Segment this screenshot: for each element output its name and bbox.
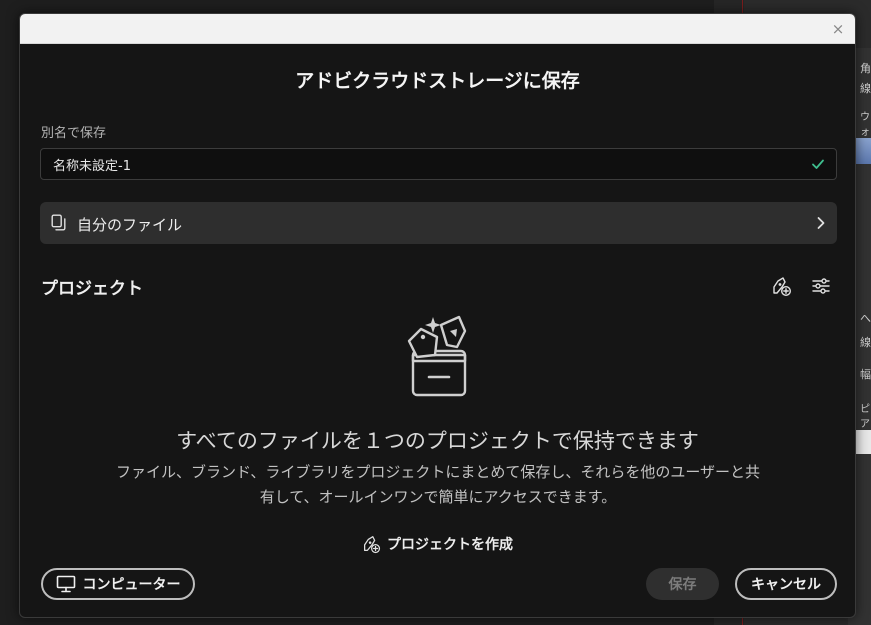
save-button[interactable]: 保存 [646,568,719,600]
save-to-computer-button[interactable]: コンピューター [41,568,195,600]
file-name-field [40,148,837,180]
background-label: 線 [860,336,871,349]
background-label: ウォ [860,112,870,138]
checkmark-icon [812,159,824,169]
background-label: 線 [860,82,871,95]
project-box-illustration-icon [407,315,467,397]
background-swatch [856,138,871,164]
save-to-computer-label: コンピューター [82,577,181,593]
background-field [856,430,871,454]
cancel-button[interactable]: キャンセル [735,568,837,600]
my-files-location-button[interactable]: 自分のファイル [40,202,837,244]
empty-state-heading: すべてのファイルを１つのプロジェクトで保持できます [176,429,699,453]
file-name-input[interactable] [53,149,793,179]
monitor-icon [56,575,75,593]
save-to-cloud-dialog: × アドビクラウドストレージに保存 別名で保存 自分のファイル プロジェクト [19,13,856,618]
my-files-label: 自分のファイル [77,216,183,234]
background-label: ピア [860,404,870,430]
projects-section-title: プロジェクト [41,279,143,299]
new-project-icon [364,536,381,554]
filter-settings-icon[interactable] [810,275,832,297]
close-icon[interactable]: × [829,20,847,38]
background-label: 幅 [860,368,871,381]
new-project-icon[interactable] [770,275,792,297]
save-as-label: 別名で保存 [41,126,107,141]
chevron-right-icon [817,217,825,229]
background-label: 角 [860,62,871,75]
empty-state-description: ファイル、ブランド、ライブラリをプロジェクトにまとめて保存し、それらを他のユーザ… [115,463,761,506]
create-project-button[interactable]: プロジェクトを作成 [361,532,513,556]
dialog-title: アドビクラウドストレージに保存 [295,70,580,92]
create-project-label: プロジェクトを作成 [387,537,513,553]
dialog-titlebar: × [20,14,855,44]
background-label: へ [860,312,871,325]
files-copy-icon [51,214,66,231]
